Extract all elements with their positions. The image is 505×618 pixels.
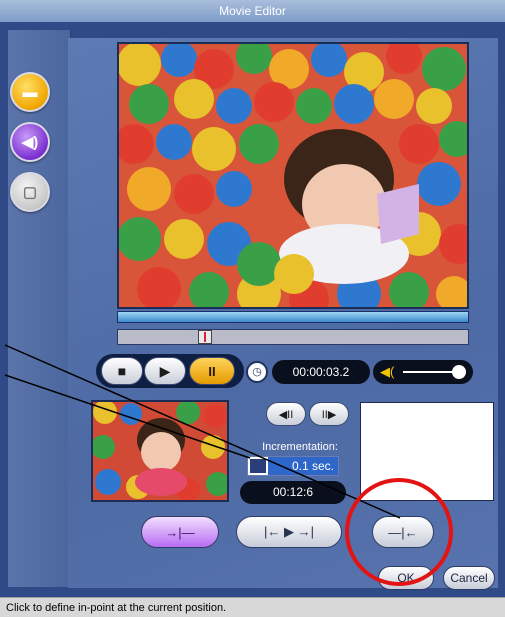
play-range-icon: |← ▶ →|	[264, 524, 314, 539]
effects-tool-button[interactable]: ▢	[10, 172, 50, 212]
duration-display: 00:12:6	[240, 481, 346, 504]
volume-slider-knob[interactable]	[452, 365, 466, 379]
play-range-button[interactable]: |← ▶ →|	[236, 516, 342, 548]
incrementation-value[interactable]: 0.1 sec.	[268, 457, 338, 475]
highlight-circle	[345, 478, 453, 586]
audio-tool-button[interactable]: ◀)	[10, 122, 50, 162]
effects-icon: ▢	[22, 184, 38, 201]
speaker-icon: ◀)	[21, 134, 39, 151]
scrub-bar[interactable]	[117, 329, 469, 345]
clip-thumbnail	[93, 402, 227, 500]
step-forward-icon: II▶	[321, 408, 337, 421]
cancel-button[interactable]: Cancel	[443, 566, 495, 590]
increment-icon	[250, 459, 266, 473]
volume-slider[interactable]	[403, 371, 458, 373]
status-bar: Click to define in-point at the current …	[0, 597, 505, 617]
pause-icon: II	[208, 363, 216, 379]
current-time-display: 00:00:03.2	[272, 360, 370, 384]
timeline-track[interactable]	[117, 311, 469, 323]
clip-edit-icon: ▬	[22, 83, 38, 101]
volume-icon: ◀(	[380, 364, 395, 379]
incrementation-label: Incrementation:	[262, 441, 338, 453]
edit-tool-button[interactable]: ▬	[10, 72, 50, 112]
stop-button[interactable]: ■	[101, 357, 143, 385]
step-forward-button[interactable]: II▶	[309, 402, 349, 426]
tool-sidebar	[8, 30, 71, 587]
step-back-button[interactable]: ◀II	[266, 402, 306, 426]
scrub-thumb[interactable]	[198, 330, 212, 344]
stop-icon: ■	[117, 363, 127, 379]
in-point-icon: →|—	[165, 524, 195, 540]
pause-button[interactable]: II	[189, 357, 235, 385]
play-icon: ▶	[159, 362, 171, 379]
step-back-icon: ◀II	[278, 408, 294, 421]
window-title: Movie Editor	[0, 0, 505, 23]
clock-icon: ◷	[246, 361, 268, 383]
in-point-button[interactable]: →|—	[141, 516, 219, 548]
video-preview	[119, 44, 467, 307]
thumbnail-picture	[93, 402, 227, 500]
play-button[interactable]: ▶	[144, 357, 186, 385]
video-picture	[119, 44, 467, 307]
